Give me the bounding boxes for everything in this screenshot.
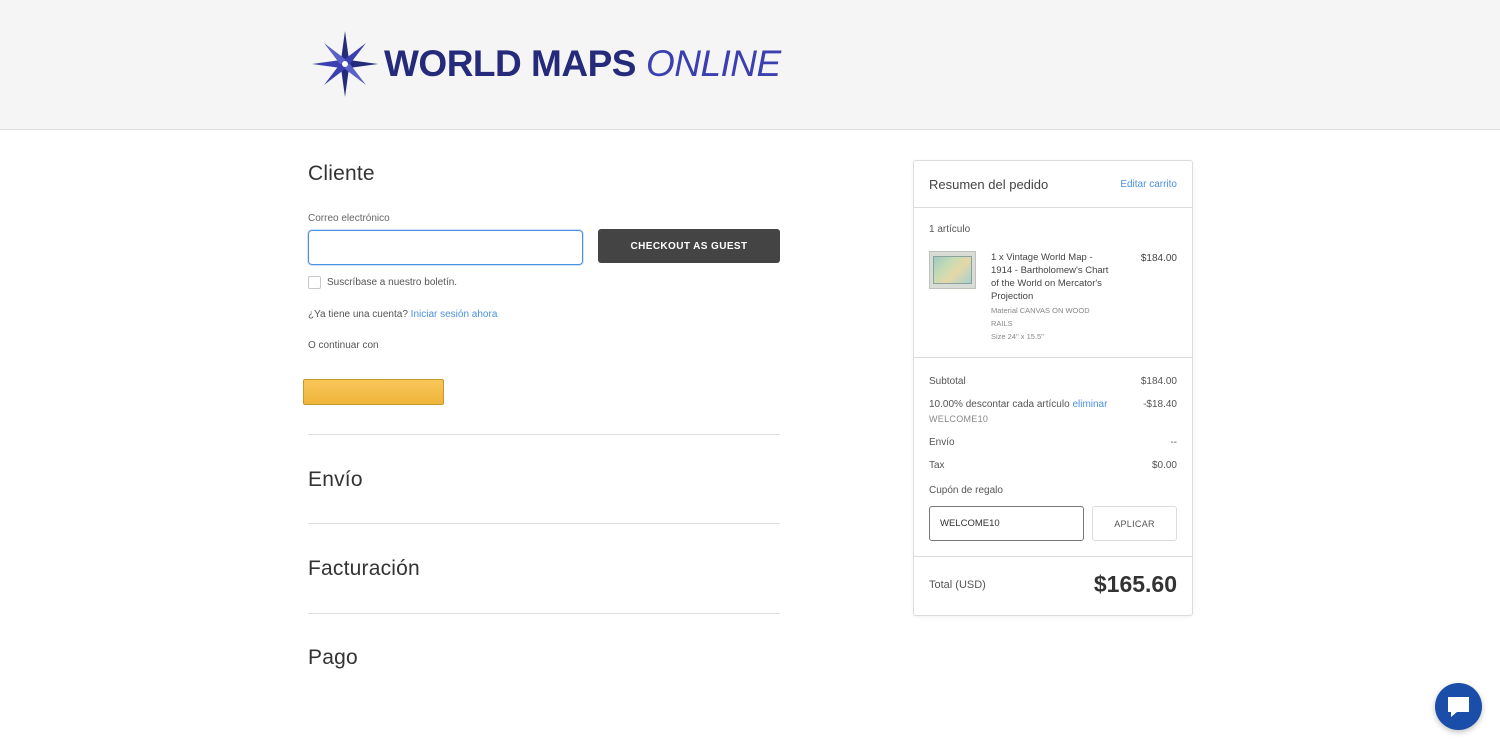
item-count: 1 artículo [929, 224, 971, 235]
discount-label: 10.00% descontar cada artículo [929, 399, 1070, 410]
brand-logo[interactable]: WORLD MAPS ONLINE [310, 28, 781, 100]
total-label: Total (USD) [929, 579, 986, 591]
email-input[interactable] [308, 230, 583, 265]
newsletter-label: Suscríbase a nuestro boletín. [327, 277, 458, 288]
site-header: WORLD MAPS ONLINE [0, 0, 1500, 130]
section-divider [308, 434, 780, 435]
world-map-image [933, 256, 972, 284]
discount-value: -$18.40 [1143, 399, 1177, 410]
account-prompt-text: ¿Ya tiene una cuenta? [308, 309, 408, 320]
billing-section-title[interactable]: Facturación [308, 557, 420, 581]
section-divider [308, 613, 780, 614]
brand-name: WORLD MAPS ONLINE [384, 43, 781, 85]
remove-discount-link[interactable]: eliminar [1072, 399, 1107, 410]
product-size: Size 24" x 15.5" [991, 332, 1044, 341]
brand-name-primary: WORLD MAPS [384, 43, 636, 84]
coupon-label: Cupón de regalo [929, 485, 1003, 496]
checkout-as-guest-button[interactable]: CHECKOUT AS GUEST [598, 229, 780, 263]
edit-cart-link[interactable]: Editar carrito [1120, 179, 1177, 190]
section-divider [308, 523, 780, 524]
subtotal-value: $184.00 [1140, 376, 1177, 387]
product-material: Material CANVAS ON WOOD RAILS [991, 306, 1090, 328]
email-label: Correo electrónico [308, 213, 390, 224]
order-totals: Subtotal $184.00 10.00% descontar cada a… [914, 358, 1192, 557]
tax-value: $0.00 [1151, 460, 1177, 471]
login-link[interactable]: Iniciar sesión ahora [411, 309, 498, 320]
subtotal-label: Subtotal [929, 376, 966, 387]
shipping-label: Envío [929, 437, 955, 448]
order-items: 1 artículo 1 x Vintage World Map - 1914 … [914, 208, 1192, 358]
continue-with-text: O continuar con [308, 340, 379, 351]
product-name: 1 x Vintage World Map - 1914 - Bartholom… [991, 252, 1109, 302]
newsletter-option[interactable]: Suscríbase a nuestro boletín. [308, 276, 457, 289]
paypal-button[interactable] [303, 379, 444, 405]
customer-section-title: Cliente [308, 162, 375, 185]
shipping-section-title[interactable]: Envío [308, 468, 363, 492]
chat-bubble-icon [1448, 697, 1469, 717]
tax-label: Tax [929, 460, 945, 471]
payment-section-title[interactable]: Pago [308, 646, 358, 670]
discount-line: 10.00% descontar cada artículo eliminar [929, 399, 1107, 410]
shipping-value: -- [1170, 437, 1177, 448]
product-price: $184.00 [1140, 253, 1177, 264]
order-summary: Resumen del pedido Editar carrito 1 artí… [913, 160, 1193, 616]
order-summary-title: Resumen del pedido [929, 177, 1049, 192]
apply-coupon-button[interactable]: APLICAR [1092, 506, 1177, 541]
newsletter-checkbox[interactable] [308, 276, 321, 289]
brand-name-secondary: ONLINE [645, 43, 781, 84]
coupon-input[interactable] [929, 506, 1084, 541]
product-thumbnail[interactable] [929, 251, 976, 289]
chat-launcher-button[interactable] [1435, 683, 1482, 730]
discount-code: WELCOME10 [929, 414, 989, 424]
account-prompt: ¿Ya tiene una cuenta? Iniciar sesión aho… [308, 309, 497, 320]
order-summary-header: Resumen del pedido Editar carrito [914, 161, 1192, 208]
compass-star-icon [312, 31, 378, 97]
total-value: $165.60 [1093, 571, 1177, 597]
